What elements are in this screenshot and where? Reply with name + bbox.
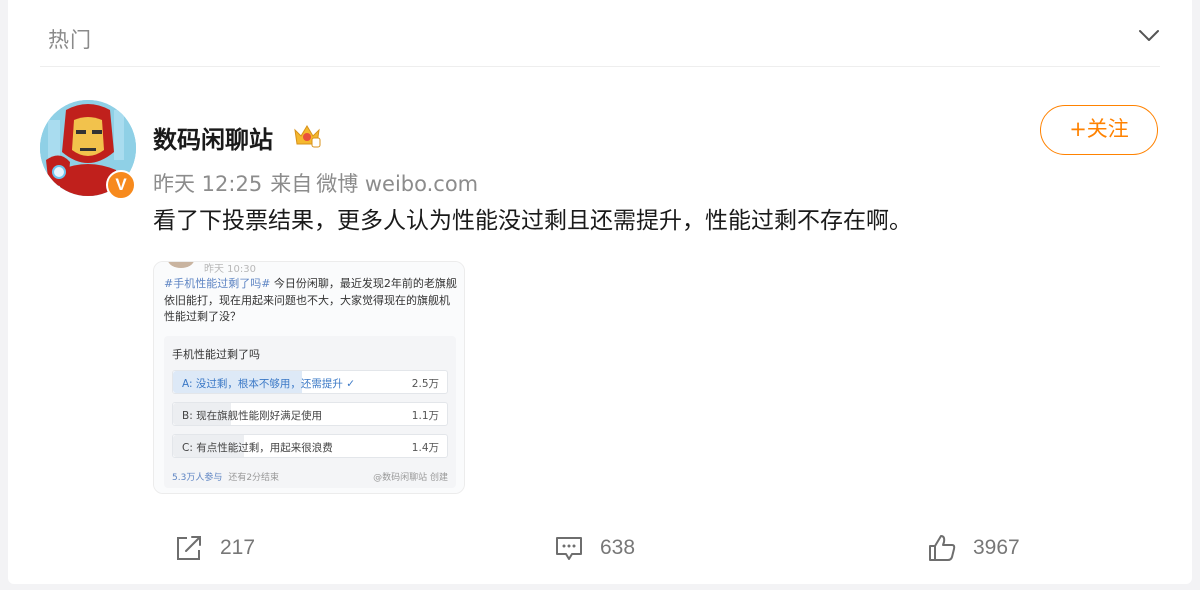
post-card: 热门 V 数码闲聊站 昨天 12:25 来自 微博 weibo.com +关注 看了 (8, 0, 1192, 584)
post-text: 看了下投票结果，更多人认为性能没过剩且还需提升，性能过剩不存在啊。 (153, 208, 912, 234)
like-count: 3967 (973, 536, 1020, 559)
poll-question: 手机性能过剩了吗 (172, 348, 260, 361)
thumbs-up-icon (929, 535, 956, 561)
verified-badge: V (106, 170, 136, 200)
poll-creator: @数码闲聊站 创建 (373, 473, 448, 483)
post-meta: 昨天 12:25 来自 微博 weibo.com (153, 168, 486, 198)
header-divider (40, 66, 1160, 67)
poll-avatar (168, 262, 194, 268)
source-prefix: 来自 (270, 172, 313, 196)
action-bar: 217 638 3967 (8, 526, 1192, 570)
poll-option: A: 没过剩，根本不够用，还需提升 ✓ 2.5万 (172, 370, 448, 394)
post-time[interactable]: 昨天 12:25 (153, 172, 262, 196)
poll-time: 昨天 10:30 (204, 264, 256, 275)
poll-hashtag: #手机性能过剩了吗# (164, 277, 271, 290)
repost-button[interactable]: 217 (174, 530, 255, 566)
comment-button[interactable]: 638 (554, 530, 635, 566)
poll-option-count: 1.4万 (411, 442, 439, 454)
poll-option-label: A: 没过剩，根本不够用，还需提升 ✓ (182, 378, 356, 390)
username[interactable]: 数码闲聊站 (153, 120, 273, 155)
section-header[interactable]: 热门 (8, 0, 1192, 68)
post-source[interactable]: 微博 weibo.com (316, 172, 478, 196)
poll-option-label: B: 现在旗舰性能刚好满足使用 (182, 410, 323, 422)
poll-option-count: 1.1万 (411, 410, 439, 422)
poll-option-count: 2.5万 (411, 378, 439, 390)
poll-option: B: 现在旗舰性能刚好满足使用 1.1万 (172, 402, 448, 426)
comment-icon (556, 537, 582, 560)
poll-option: C: 有点性能过剩，用起来很浪费 1.4万 (172, 434, 448, 458)
poll-participants: 5.3万人参与 (172, 473, 223, 483)
repost-count: 217 (220, 536, 256, 559)
follow-button[interactable]: +关注 (1040, 105, 1158, 155)
chevron-down-icon[interactable] (1138, 24, 1160, 46)
section-title: 热门 (48, 28, 92, 52)
poll-description: #手机性能过剩了吗# 今日份闲聊，最近发现2年前的老旗舰依旧能打，现在用起来问题… (164, 276, 458, 326)
like-button[interactable]: 3967 (927, 530, 1020, 566)
crown-icon[interactable] (292, 122, 322, 150)
share-icon (177, 536, 201, 560)
poll-box: 手机性能过剩了吗 A: 没过剩，根本不够用，还需提升 ✓ 2.5万 B: 现在旗… (164, 336, 456, 488)
poll-screenshot-image[interactable]: 昨天 10:30 #手机性能过剩了吗# 今日份闲聊，最近发现2年前的老旗舰依旧能… (153, 261, 465, 494)
poll-option-label: C: 有点性能过剩，用起来很浪费 (182, 442, 333, 454)
poll-remaining: 还有2分结束 (228, 473, 280, 483)
poll-footer: 5.3万人参与 还有2分结束 (172, 470, 279, 483)
comment-count: 638 (600, 536, 636, 559)
